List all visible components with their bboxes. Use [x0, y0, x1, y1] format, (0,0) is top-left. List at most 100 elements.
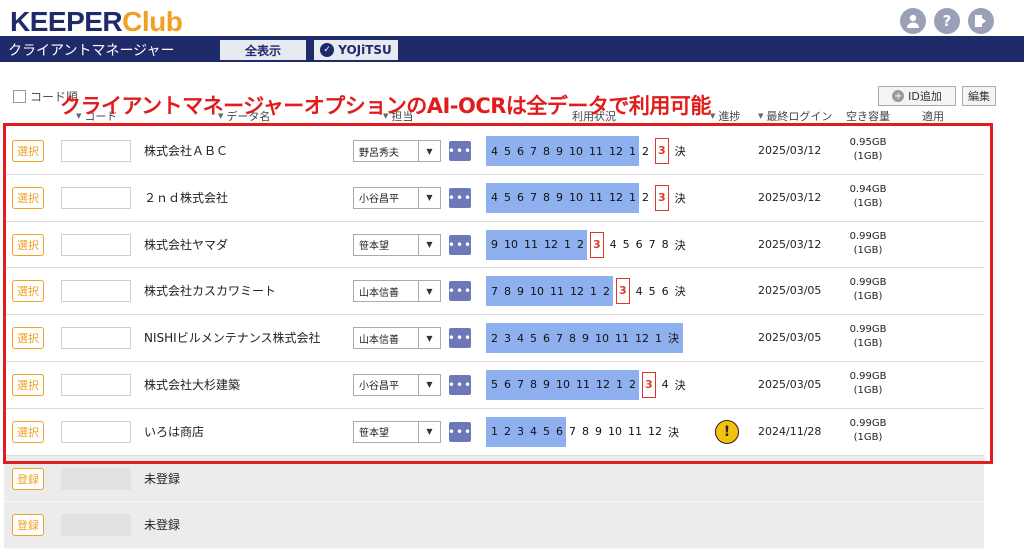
select-button[interactable]: 選択 [12, 420, 44, 443]
client-name[interactable]: NISHIビルメンテナンス株式会社 [144, 315, 320, 361]
logout-icon[interactable] [968, 8, 994, 34]
usage-status: 1 2 3 4 5 6 7 8 9 10 11 12 決 [486, 416, 706, 447]
month-cell: 12 [596, 378, 610, 392]
select-button[interactable]: 選択 [12, 186, 44, 209]
usage-months: 4 5 6 7 8 9 10 11 12 1 2 3 決 [491, 183, 692, 213]
register-button[interactable]: 登録 [12, 514, 44, 537]
col-header-last-login[interactable]: ▼ 最終ログイン [758, 108, 832, 124]
month-cell: 10 [608, 425, 622, 439]
month-cell: 3 [504, 331, 511, 345]
client-name[interactable]: ２ｎｄ株式会社 [144, 175, 228, 221]
code-field[interactable] [61, 327, 131, 350]
assignee-select[interactable]: 笹本望 ▼ [353, 420, 441, 443]
month-cell: 9 [556, 144, 563, 158]
code-field[interactable] [61, 280, 131, 303]
code-field[interactable] [61, 373, 131, 396]
free-space-value: 0.99GB [849, 370, 887, 382]
client-row: 選択 株式会社ＡＢＣ 野呂秀夫 ▼ ••• 4 5 6 7 8 9 10 11 12 1 2 3 決 2… [4, 128, 984, 175]
month-cell: 5 [504, 191, 511, 205]
assignee-select[interactable]: 山本信善 ▼ [353, 327, 441, 350]
last-login-date: 2024/11/28 [758, 424, 822, 438]
yojitsu-icon: ✓ [320, 43, 335, 57]
unregistered-label: 未登録 [144, 518, 181, 533]
free-space-value: 0.99GB [849, 417, 887, 429]
settlement-cell: 決 [668, 425, 679, 439]
client-name[interactable]: 株式会社カスカワミート [144, 268, 276, 314]
client-name[interactable]: いろは商店 [144, 409, 204, 455]
month-cell: 2 [504, 425, 511, 439]
assignee-select[interactable]: 小谷昌平 ▼ [353, 373, 441, 396]
assignee-value: 小谷昌平 [359, 381, 399, 393]
more-dots-icon: ••• [447, 237, 473, 252]
edit-button[interactable]: 編集 [962, 86, 996, 106]
month-cell: 1 [629, 191, 636, 205]
current-month-cell: 3 [616, 278, 630, 305]
assignee-select[interactable]: 笹本望 ▼ [353, 233, 441, 256]
client-name[interactable]: 株式会社ヤマダ [144, 222, 228, 268]
client-row: 選択 ２ｎｄ株式会社 小谷昌平 ▼ ••• 4 5 6 7 8 9 10 11 12 1 2 3 決 2… [4, 174, 984, 222]
dropdown-arrow-icon: ▼ [418, 281, 440, 302]
free-space: 0.99GB (1GB) [838, 370, 898, 398]
more-dots-icon: ••• [447, 424, 473, 439]
more-options-button[interactable]: ••• [448, 187, 471, 208]
free-space-value: 0.99GB [849, 324, 887, 336]
assignee-value: 笹本望 [359, 241, 389, 253]
select-button[interactable]: 選択 [12, 140, 44, 162]
month-cell: 2 [491, 331, 498, 345]
month-cell: 8 [504, 284, 511, 298]
more-options-button[interactable]: ••• [447, 374, 473, 395]
more-options-button[interactable]: ••• [447, 421, 473, 442]
client-name[interactable]: 株式会社ＡＢＣ [144, 128, 228, 174]
month-cell: 9 [517, 284, 524, 298]
month-cell: 2 [577, 238, 584, 252]
code-order-checkbox[interactable] [13, 90, 26, 103]
more-options-button[interactable]: ••• [447, 141, 473, 161]
select-button[interactable]: 選択 [12, 280, 44, 303]
month-cell: 11 [550, 284, 564, 298]
assignee-select[interactable]: 小谷昌平 ▼ [353, 186, 441, 209]
usage-status: 9 10 11 12 1 2 3 4 5 6 7 8 決 [486, 229, 706, 260]
register-button[interactable]: 登録 [12, 467, 44, 490]
total-space-value: (1GB) [853, 431, 883, 443]
select-button[interactable]: 選択 [12, 327, 44, 350]
assignee-value: 笹本望 [359, 428, 389, 440]
month-cell: 11 [524, 238, 538, 252]
total-space-value: (1GB) [853, 338, 883, 350]
month-cell: 8 [661, 238, 669, 252]
assignee-select[interactable]: 山本信善 ▼ [353, 280, 441, 303]
month-cell: 7 [556, 331, 563, 345]
more-dots-icon: ••• [447, 377, 473, 392]
month-cell: 1 [564, 238, 571, 252]
code-field[interactable] [61, 140, 131, 162]
settlement-cell: 決 [668, 332, 679, 346]
more-options-button[interactable]: ••• [448, 281, 471, 302]
tab-yojitsu[interactable]: ✓ YOJiTSU [314, 40, 398, 60]
user-icon[interactable] [900, 8, 926, 34]
last-login-date: 2025/03/12 [758, 237, 822, 251]
select-button[interactable]: 選択 [12, 233, 44, 256]
assignee-select[interactable]: 野呂秀夫 ▼ [353, 140, 441, 162]
unregistered-row: 登録 未登録 [4, 502, 984, 549]
month-cell: 7 [530, 191, 537, 205]
select-button[interactable]: 選択 [12, 373, 44, 396]
month-cell: 2 [603, 284, 610, 298]
last-login-date: 2025/03/12 [758, 190, 822, 204]
code-field [61, 514, 131, 537]
dropdown-arrow-icon: ▼ [418, 328, 440, 349]
help-icon[interactable]: ? [934, 8, 960, 34]
more-options-button[interactable]: ••• [448, 328, 471, 349]
month-cell: 9 [595, 425, 602, 439]
tab-show-all[interactable]: 全表示 [220, 40, 306, 60]
more-dots-icon: ••• [447, 144, 473, 158]
add-id-button[interactable]: + ID追加 [878, 86, 956, 106]
client-name[interactable]: 株式会社大杉建築 [144, 362, 240, 408]
more-options-button[interactable]: ••• [447, 234, 473, 255]
usage-months: 1 2 3 4 5 6 7 8 9 10 11 12 決 [491, 417, 685, 447]
free-space: 0.94GB (1GB) [838, 183, 898, 211]
client-row: 選択 株式会社大杉建築 小谷昌平 ▼ ••• 5 6 7 8 9 10 11 12 1 2 3 4 決 … [4, 361, 984, 409]
code-field[interactable] [61, 233, 131, 256]
code-field[interactable] [61, 186, 131, 209]
code-field[interactable] [61, 420, 131, 443]
month-cell: 9 [543, 378, 550, 392]
col-header-progress[interactable]: ▼ 進捗 [710, 108, 740, 124]
